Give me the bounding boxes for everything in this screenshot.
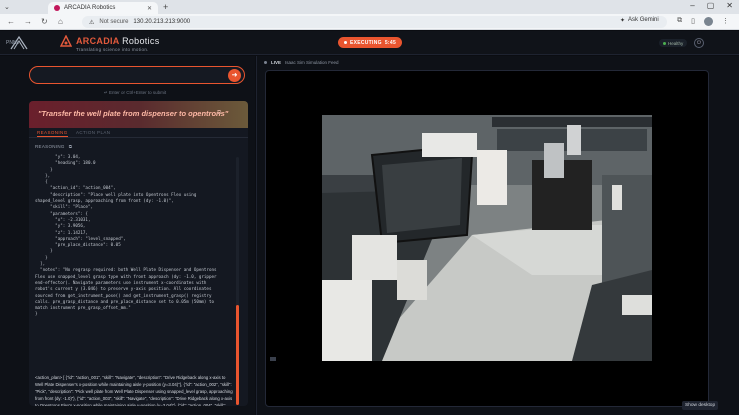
tagline: Translating science into motion. bbox=[76, 47, 149, 52]
code-line: robot's current y (3.046) to preserve y-… bbox=[35, 286, 212, 292]
tab-reasoning[interactable]: REASONING bbox=[37, 130, 68, 137]
not-secure-icon: ⚠ bbox=[89, 19, 95, 26]
tab-search-icon[interactable]: ⌄ bbox=[4, 3, 10, 11]
live-dot-icon bbox=[264, 61, 267, 64]
live-feed-header: LIVE Isaac Sim Simulation Feed bbox=[264, 60, 339, 65]
copy-reasoning-icon[interactable]: ⧉ bbox=[69, 144, 73, 149]
extensions-icon[interactable]: ⧉ bbox=[677, 17, 682, 26]
reasoning-label-text: REASONING bbox=[35, 144, 65, 149]
action-plan-text: <action_plan> [ {"id": "action_001", "sk… bbox=[35, 375, 233, 406]
toolbar-icons: ⧉ ▯ ⋮ bbox=[677, 17, 729, 26]
tab-title: ARCADIA Robotics bbox=[64, 5, 116, 11]
favicon-icon bbox=[54, 5, 60, 11]
left-panel: ➜ ↵ Enter or Ctrl+Enter to submit "Trans… bbox=[0, 56, 255, 415]
code-line: "notes": "No regrasp required: both Well… bbox=[35, 267, 217, 273]
maximize-icon[interactable]: ▢ bbox=[707, 1, 715, 10]
health-dot-icon bbox=[663, 41, 666, 45]
app-header: ARCADIA Robotics Translating science int… bbox=[0, 31, 739, 55]
browser-tab[interactable]: ARCADIA Robotics ✕ bbox=[48, 2, 158, 14]
copy-icon[interactable]: ⧉ bbox=[217, 110, 221, 117]
forward-icon[interactable]: → bbox=[24, 17, 32, 26]
arcadia-logo-icon bbox=[60, 35, 72, 47]
health-badge: Healthy bbox=[659, 39, 688, 47]
command-input[interactable]: ➜ bbox=[29, 66, 245, 84]
not-secure-label: Not secure bbox=[99, 19, 129, 25]
ask-gemini-button[interactable]: ✦ Ask Gemini bbox=[620, 17, 659, 24]
task-title: "Transfer the well plate from dispenser … bbox=[38, 109, 229, 118]
scrollbar-thumb[interactable] bbox=[236, 305, 239, 405]
tab-action-plan[interactable]: ACTION PLAN bbox=[76, 130, 110, 135]
right-panel: LIVE Isaac Sim Simulation Feed bbox=[256, 56, 739, 415]
reasoning-section-label: REASONING ⧉ bbox=[35, 144, 72, 149]
address-bar[interactable]: ⚠ Not secure 130.20.213.213:9000 bbox=[82, 16, 667, 28]
executing-status: EXECUTING 5:45 bbox=[338, 37, 402, 48]
health-label: Healthy bbox=[668, 40, 684, 46]
pnnl-label: PNNL bbox=[6, 40, 20, 46]
executing-dot-icon bbox=[343, 41, 347, 44]
brand-name: ARCADIA Robotics bbox=[76, 36, 160, 46]
close-window-icon[interactable]: ✕ bbox=[726, 1, 733, 10]
profile-avatar[interactable] bbox=[704, 17, 713, 26]
menu-icon[interactable]: ⋮ bbox=[722, 17, 729, 26]
url-text: 130.20.213.213:9000 bbox=[133, 19, 191, 25]
close-tab-icon[interactable]: ✕ bbox=[147, 5, 152, 12]
back-icon[interactable]: ← bbox=[7, 17, 15, 26]
browser-toolbar: ← → ↻ ⌂ ⚠ Not secure 130.20.213.213:9000… bbox=[0, 14, 739, 30]
reasoning-scrollbar[interactable] bbox=[236, 157, 239, 405]
feed-control-icon[interactable] bbox=[270, 357, 276, 361]
gemini-icon: ✦ bbox=[620, 18, 626, 24]
simulation-feed bbox=[265, 70, 709, 407]
new-tab-icon[interactable]: + bbox=[163, 2, 168, 12]
task-card: "Transfer the well plate from dispenser … bbox=[29, 101, 248, 406]
reasoning-code-block: "y": 3.04, "heading": 180.0 } }, { "acti… bbox=[35, 154, 235, 372]
home-icon[interactable]: ⌂ bbox=[58, 17, 63, 26]
task-card-header: "Transfer the well plate from dispenser … bbox=[29, 101, 248, 128]
brand: ARCADIA Robotics bbox=[60, 35, 160, 47]
reload-icon[interactable]: ↻ bbox=[41, 17, 48, 26]
code-line: } bbox=[35, 311, 38, 317]
simulation-scene-image bbox=[322, 115, 652, 361]
live-label: LIVE bbox=[271, 60, 282, 65]
minimize-icon[interactable]: – bbox=[690, 1, 694, 10]
executing-timer: 5:45 bbox=[384, 39, 397, 46]
ask-gemini-label: Ask Gemini bbox=[628, 17, 659, 23]
submit-arrow-icon[interactable]: ➜ bbox=[228, 69, 241, 82]
show-desktop-button[interactable]: Show desktop bbox=[682, 401, 719, 410]
task-tabs: REASONING ACTION PLAN bbox=[29, 128, 248, 138]
power-icon[interactable]: ⏻ bbox=[694, 38, 704, 48]
feed-title: Isaac Sim Simulation Feed bbox=[285, 60, 339, 65]
executing-label: EXECUTING bbox=[349, 39, 382, 46]
window-controls: – ▢ ✕ bbox=[690, 1, 733, 10]
sidepanel-icon[interactable]: ▯ bbox=[691, 17, 695, 26]
code-line: Flex use snapped_level grasp type with f… bbox=[35, 273, 217, 279]
code-line: sourced from get_instrument_pose() and g… bbox=[35, 292, 212, 298]
browser-tab-bar: ⌄ ARCADIA Robotics ✕ + – ▢ ✕ bbox=[0, 0, 739, 14]
submit-hint: ↵ Enter or Ctrl+Enter to submit bbox=[104, 90, 167, 95]
